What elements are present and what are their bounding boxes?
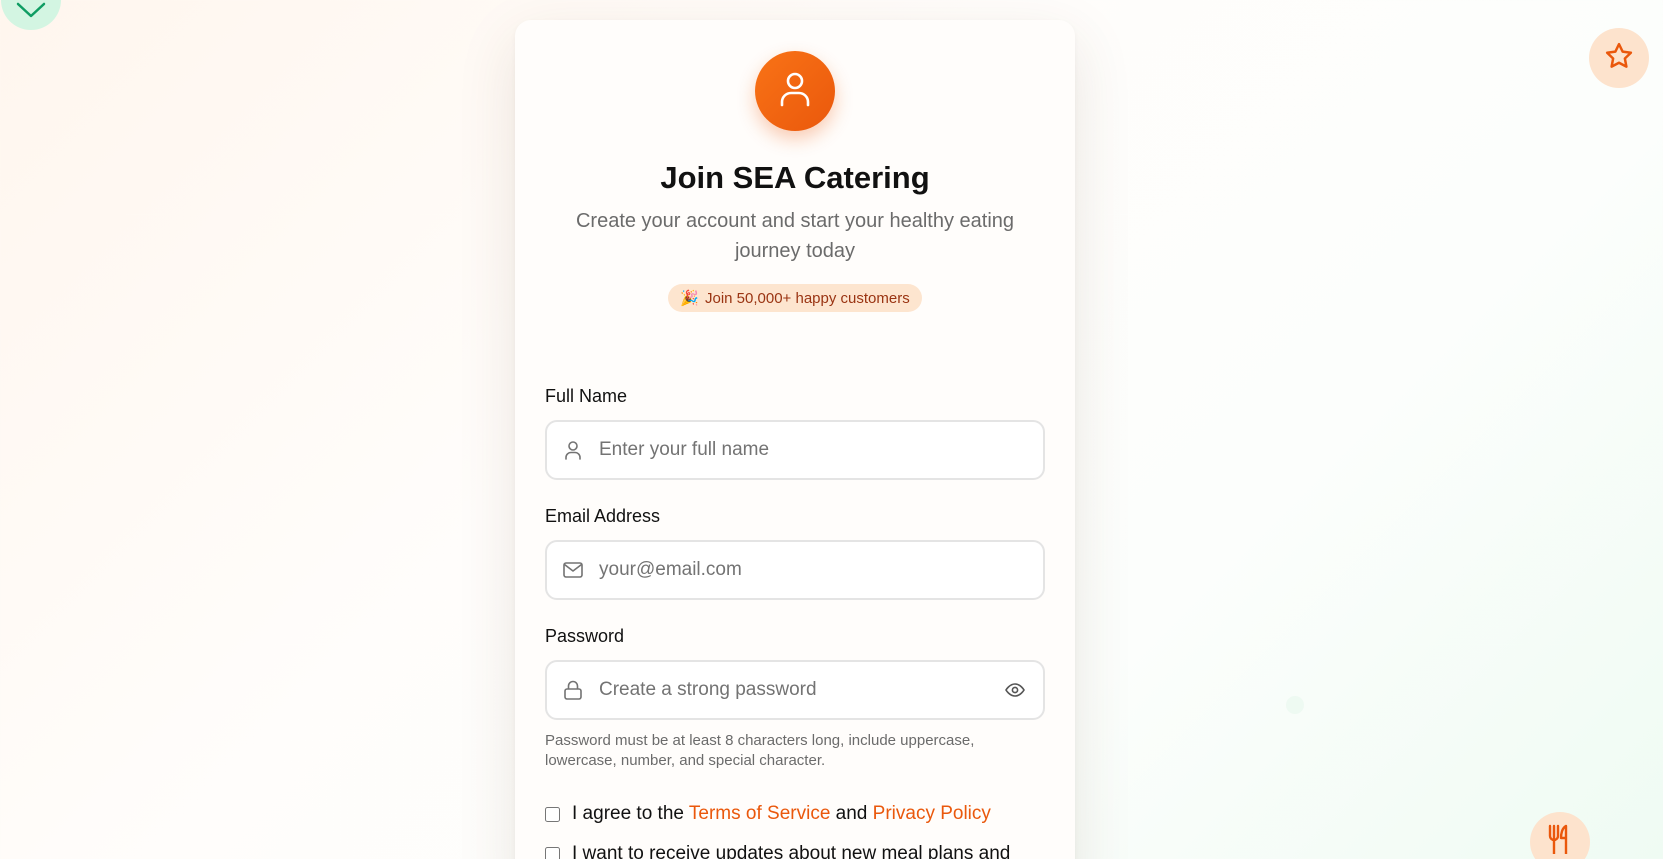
updates-checkbox[interactable]: [545, 846, 560, 859]
password-field[interactable]: [545, 660, 1045, 720]
party-icon: 🎉: [680, 290, 699, 307]
star-decoration: [1589, 28, 1649, 88]
user-icon: [779, 71, 811, 112]
privacy-policy-link[interactable]: Privacy Policy: [873, 803, 991, 824]
lock-icon: [563, 680, 583, 700]
terms-and: and: [835, 803, 868, 824]
terms-checkbox[interactable]: [545, 806, 560, 822]
user-icon: [563, 440, 583, 460]
email-input[interactable]: [599, 559, 1027, 581]
email-field[interactable]: [545, 540, 1045, 600]
full-name-field[interactable]: [545, 420, 1045, 480]
customers-badge: 🎉 Join 50,000+ happy customers: [668, 284, 922, 312]
terms-text: I agree to the Terms of Service and Priv…: [572, 803, 991, 825]
terms-row: I agree to the Terms of Service and Priv…: [545, 803, 991, 825]
heart-icon: [16, 0, 46, 25]
page-subtitle: Create your account and start your healt…: [575, 210, 1015, 262]
full-name-input[interactable]: [599, 439, 1027, 461]
avatar: [755, 51, 835, 131]
password-hint: Password must be at least 8 characters l…: [545, 732, 975, 769]
utensils-decoration: [1530, 812, 1590, 859]
updates-row: I want to receive updates about new meal…: [545, 843, 1010, 859]
signup-card: Join SEA Catering Create your account an…: [515, 20, 1075, 859]
page-title: Join SEA Catering: [660, 160, 930, 195]
eye-icon[interactable]: [1003, 678, 1027, 702]
updates-text: I want to receive updates about new meal…: [572, 843, 1011, 859]
heart-decoration: [1, 0, 61, 30]
email-label: Email Address: [545, 506, 661, 526]
full-name-label: Full Name: [545, 386, 628, 406]
terms-of-service-link[interactable]: Terms of Service: [689, 803, 830, 824]
password-input[interactable]: [599, 679, 1003, 701]
password-label: Password: [545, 626, 625, 646]
terms-prefix: I agree to the: [572, 803, 684, 824]
utensils-icon: [1546, 824, 1574, 859]
decorative-dot: [1286, 696, 1304, 714]
badge-text: Join 50,000+ happy customers: [704, 289, 910, 307]
star-icon: [1604, 41, 1634, 76]
mail-icon: [563, 560, 583, 580]
